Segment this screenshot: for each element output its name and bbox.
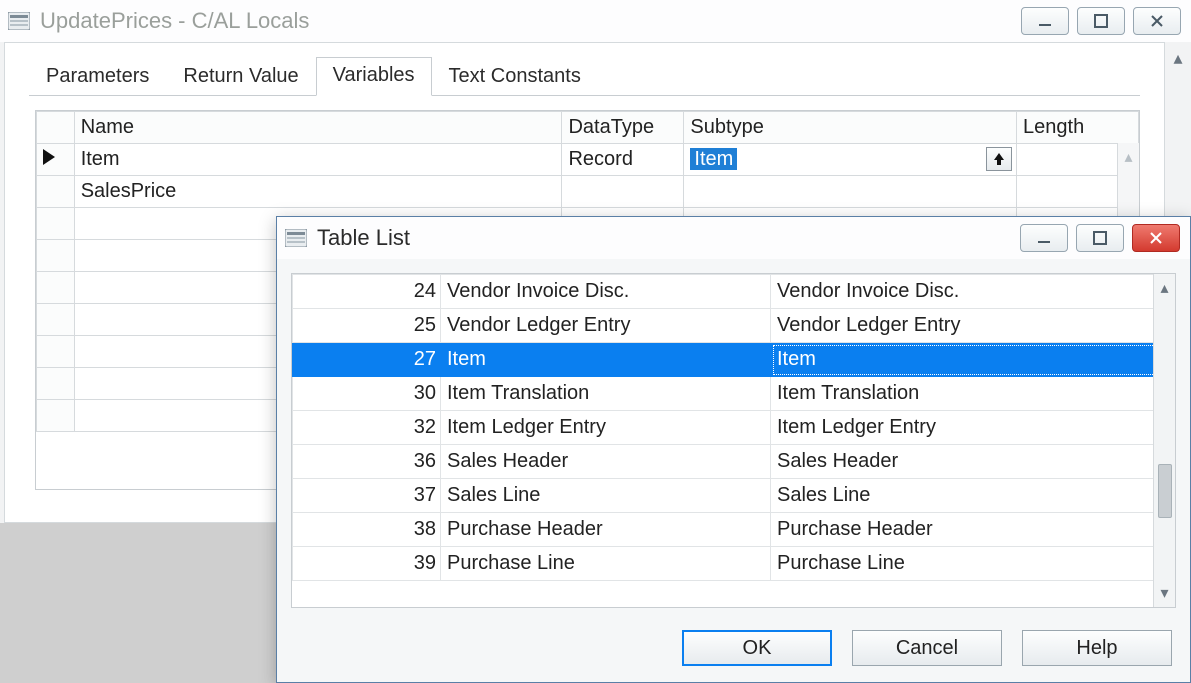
minimize-button[interactable]: [1020, 224, 1068, 252]
cell-table-id[interactable]: 39: [293, 547, 441, 581]
variables-row[interactable]: ItemRecordItem: [37, 144, 1139, 176]
cell-table-caption[interactable]: Vendor Ledger Entry: [771, 309, 1175, 343]
row-selector[interactable]: [37, 144, 75, 176]
row-selector[interactable]: [37, 336, 75, 368]
table-list-row[interactable]: 37Sales LineSales Line: [293, 479, 1175, 513]
main-window-controls: [1021, 7, 1181, 35]
table-list-row[interactable]: 30Item TranslationItem Translation: [293, 377, 1175, 411]
scroll-up-icon: ▴: [1160, 274, 1168, 302]
tab-parameters[interactable]: Parameters: [29, 58, 166, 96]
help-button[interactable]: Help: [1022, 630, 1172, 666]
cell-table-name[interactable]: Vendor Ledger Entry: [441, 309, 771, 343]
table-list-row[interactable]: 39Purchase LinePurchase Line: [293, 547, 1175, 581]
ok-button[interactable]: OK: [682, 630, 832, 666]
cell-table-caption[interactable]: Sales Line: [771, 479, 1175, 513]
cell-name[interactable]: Item: [74, 144, 562, 176]
close-button[interactable]: [1132, 224, 1180, 252]
app-icon: [285, 229, 307, 247]
variables-row[interactable]: SalesPrice: [37, 176, 1139, 208]
cell-table-name[interactable]: Purchase Line: [441, 547, 771, 581]
cell-table-id[interactable]: 36: [293, 445, 441, 479]
row-selector[interactable]: [37, 208, 75, 240]
maximize-button[interactable]: [1076, 224, 1124, 252]
cell-table-id[interactable]: 27: [293, 343, 441, 377]
maximize-button[interactable]: [1077, 7, 1125, 35]
cell-table-caption[interactable]: Vendor Invoice Disc.: [771, 275, 1175, 309]
scroll-up-icon: ▴: [1173, 48, 1182, 69]
cell-table-id[interactable]: 25: [293, 309, 441, 343]
cell-table-name[interactable]: Purchase Header: [441, 513, 771, 547]
table-list-row[interactable]: 24Vendor Invoice Disc.Vendor Invoice Dis…: [293, 275, 1175, 309]
cell-table-caption[interactable]: Item Translation: [771, 377, 1175, 411]
table-list-scrollbar[interactable]: ▴ ▾: [1153, 274, 1175, 607]
cell-table-caption[interactable]: Purchase Header: [771, 513, 1175, 547]
table-list-row[interactable]: 38Purchase HeaderPurchase Header: [293, 513, 1175, 547]
cell-subtype[interactable]: [684, 176, 1017, 208]
arrow-up-icon: [993, 152, 1005, 166]
cell-datatype[interactable]: [562, 176, 684, 208]
table-list-row[interactable]: 32Item Ledger EntryItem Ledger Entry: [293, 411, 1175, 445]
cell-table-name[interactable]: Item Translation: [441, 377, 771, 411]
col-header-name[interactable]: Name: [74, 112, 562, 144]
col-header-datatype[interactable]: DataType: [562, 112, 684, 144]
cell-table-caption[interactable]: Sales Header: [771, 445, 1175, 479]
cell-table-name[interactable]: Sales Line: [441, 479, 771, 513]
cell-table-id[interactable]: 30: [293, 377, 441, 411]
table-list-row[interactable]: 25Vendor Ledger EntryVendor Ledger Entry: [293, 309, 1175, 343]
tab-variables[interactable]: Variables: [316, 57, 432, 96]
table-list-button-row: OK Cancel Help: [682, 630, 1172, 666]
current-row-indicator-icon: [43, 149, 55, 165]
cell-table-id[interactable]: 32: [293, 411, 441, 445]
table-list-row[interactable]: 27ItemItem: [293, 343, 1175, 377]
cell-table-caption[interactable]: Item Ledger Entry: [771, 411, 1175, 445]
cell-datatype[interactable]: Record: [562, 144, 684, 176]
table-list-titlebar: Table List: [277, 217, 1190, 259]
cell-table-name[interactable]: Vendor Invoice Disc.: [441, 275, 771, 309]
minimize-button[interactable]: [1021, 7, 1069, 35]
row-selector[interactable]: [37, 240, 75, 272]
table-list-row[interactable]: 36Sales HeaderSales Header: [293, 445, 1175, 479]
row-header-blank: [37, 112, 75, 144]
table-list-grid[interactable]: 24Vendor Invoice Disc.Vendor Invoice Dis…: [292, 274, 1175, 581]
table-list-title: Table List: [317, 225, 1020, 251]
scroll-down-icon: ▾: [1160, 579, 1168, 607]
cell-name[interactable]: SalesPrice: [74, 176, 562, 208]
tab-return-value[interactable]: Return Value: [166, 58, 315, 96]
cell-table-name[interactable]: Item Ledger Entry: [441, 411, 771, 445]
cell-table-id[interactable]: 38: [293, 513, 441, 547]
cell-table-name[interactable]: Item: [441, 343, 771, 377]
cell-table-id[interactable]: 37: [293, 479, 441, 513]
main-titlebar: UpdatePrices - C/AL Locals: [0, 0, 1191, 42]
row-selector[interactable]: [37, 400, 75, 432]
cell-table-name[interactable]: Sales Header: [441, 445, 771, 479]
cell-table-caption[interactable]: Purchase Line: [771, 547, 1175, 581]
app-icon: [8, 12, 30, 30]
row-selector[interactable]: [37, 176, 75, 208]
tabstrip: Parameters Return Value Variables Text C…: [5, 43, 1164, 95]
table-list-body: 24Vendor Invoice Disc.Vendor Invoice Dis…: [291, 273, 1176, 608]
col-header-subtype[interactable]: Subtype: [684, 112, 1017, 144]
table-list-window: Table List 24Vendor Invoice Disc.Vendor …: [276, 216, 1191, 683]
close-button[interactable]: [1133, 7, 1181, 35]
table-list-window-controls: [1020, 224, 1180, 252]
cell-table-caption[interactable]: Item: [771, 343, 1175, 377]
subtype-value[interactable]: Item: [690, 148, 737, 170]
cancel-button[interactable]: Cancel: [852, 630, 1002, 666]
scroll-thumb[interactable]: [1158, 464, 1172, 518]
tab-text-constants[interactable]: Text Constants: [432, 58, 598, 96]
row-selector[interactable]: [37, 272, 75, 304]
main-window-title: UpdatePrices - C/AL Locals: [40, 8, 1021, 34]
col-header-length[interactable]: Length: [1017, 112, 1139, 144]
row-selector[interactable]: [37, 304, 75, 336]
cell-subtype[interactable]: Item: [684, 144, 1017, 176]
variables-header-row: Name DataType Subtype Length: [37, 112, 1139, 144]
row-selector[interactable]: [37, 368, 75, 400]
cell-table-id[interactable]: 24: [293, 275, 441, 309]
subtype-lookup-button[interactable]: [986, 147, 1012, 171]
scroll-up-icon: ▴: [1124, 143, 1132, 171]
